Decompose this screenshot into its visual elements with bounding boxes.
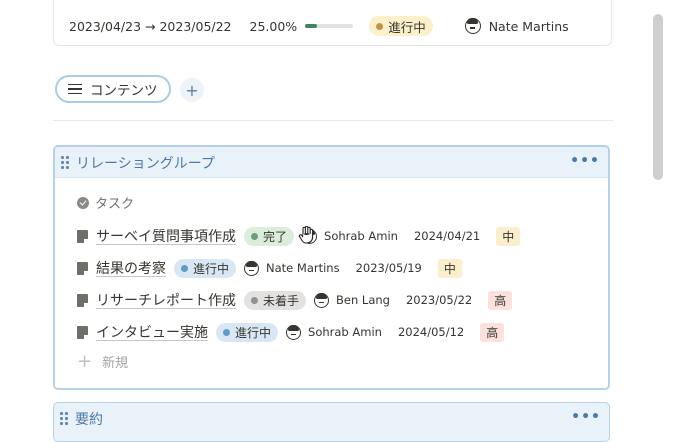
drag-handle-icon[interactable] bbox=[60, 412, 68, 425]
relation-group-block: リレーショングループ ••• タスク サーベイ質問事項作成 完了 Sohrab Am… bbox=[53, 145, 610, 390]
page-icon bbox=[77, 293, 88, 307]
list-icon bbox=[68, 83, 82, 95]
page-icon bbox=[77, 261, 88, 275]
due-date[interactable]: 2023/05/22 bbox=[406, 293, 472, 307]
progress-bar bbox=[305, 24, 354, 28]
avatar-icon bbox=[464, 18, 481, 34]
task-name[interactable]: リサーチレポート作成 bbox=[96, 290, 236, 310]
avatar-icon bbox=[286, 324, 302, 340]
progress-fill bbox=[305, 24, 318, 28]
task-row[interactable]: インタビュー実施 進行中 Sohrab Amin 2024/05/12 高 bbox=[77, 321, 505, 343]
group2-title[interactable]: 要約 bbox=[75, 409, 103, 429]
top-property-row: 2023/04/23 → 2023/05/22 25.00% 進行中 Nate … bbox=[69, 15, 569, 37]
task-name[interactable]: 結果の考察 bbox=[96, 258, 166, 278]
tab-contents[interactable]: コンテンツ bbox=[55, 75, 171, 103]
page-icon bbox=[77, 325, 88, 339]
add-tab-button[interactable]: + bbox=[180, 78, 204, 102]
status-badge[interactable]: 完了 bbox=[244, 226, 295, 246]
task-row[interactable]: リサーチレポート作成 未着手 Ben Lang 2023/05/22 高 bbox=[77, 289, 513, 311]
date-range[interactable]: 2023/04/23 → 2023/05/22 bbox=[69, 19, 232, 34]
status-label: 完了 bbox=[263, 229, 288, 244]
plus-icon: + bbox=[77, 350, 93, 372]
status-dot-icon bbox=[223, 328, 230, 336]
assignee[interactable]: Nate Martins bbox=[244, 260, 340, 276]
priority-badge[interactable]: 中 bbox=[437, 258, 462, 278]
assignee-name[interactable]: Nate Martins bbox=[489, 19, 569, 34]
status-badge[interactable]: 進行中 bbox=[216, 322, 279, 342]
assignee[interactable]: Sohrab Amin bbox=[302, 228, 398, 244]
section-label-text: タスク bbox=[95, 197, 135, 212]
group-title[interactable]: リレーショングループ bbox=[76, 153, 215, 173]
status-label: 未着手 bbox=[263, 293, 300, 308]
avatar-icon bbox=[314, 292, 330, 308]
assignee-name: Ben Lang bbox=[336, 293, 390, 307]
section-label: タスク bbox=[77, 193, 134, 212]
group-header: リレーショングループ ••• bbox=[55, 147, 608, 178]
task-name[interactable]: インタビュー実施 bbox=[96, 322, 208, 342]
check-circle-icon bbox=[77, 196, 89, 209]
progress-text: 25.00% bbox=[249, 18, 298, 34]
assignee[interactable]: Sohrab Amin bbox=[286, 324, 382, 340]
summary-group-block: 要約 ••• bbox=[53, 402, 610, 442]
status-badge[interactable]: 進行中 bbox=[369, 16, 433, 36]
assignee-name: Sohrab Amin bbox=[324, 229, 398, 243]
more-options-icon[interactable]: ••• bbox=[571, 409, 601, 425]
status-dot-icon bbox=[181, 264, 188, 272]
divider bbox=[53, 120, 613, 121]
task-name[interactable]: サーベイ質問事項作成 bbox=[96, 226, 236, 246]
scrollbar[interactable] bbox=[653, 14, 663, 180]
status-dot-icon bbox=[251, 296, 258, 304]
plus-icon: + bbox=[185, 80, 199, 100]
status-label: 進行中 bbox=[235, 325, 272, 340]
status-dot-icon bbox=[251, 232, 258, 240]
page-icon bbox=[77, 229, 88, 243]
assignee[interactable]: Ben Lang bbox=[314, 292, 390, 308]
new-item-button[interactable]: + 新規 bbox=[77, 352, 128, 371]
new-item-label: 新規 bbox=[102, 356, 129, 371]
due-date[interactable]: 2023/05/19 bbox=[356, 261, 422, 275]
more-options-icon[interactable]: ••• bbox=[570, 153, 600, 169]
status-badge[interactable]: 進行中 bbox=[174, 258, 237, 278]
priority-badge[interactable]: 高 bbox=[488, 290, 513, 310]
priority-badge[interactable]: 中 bbox=[496, 226, 521, 246]
hand-cursor-icon bbox=[298, 226, 314, 244]
assignee-name: Sohrab Amin bbox=[308, 325, 382, 339]
task-row[interactable]: 結果の考察 進行中 Nate Martins 2023/05/19 中 bbox=[77, 257, 462, 279]
status-label: 進行中 bbox=[388, 19, 426, 35]
due-date[interactable]: 2024/05/12 bbox=[398, 325, 464, 339]
status-label: 進行中 bbox=[193, 261, 230, 276]
due-date[interactable]: 2024/04/21 bbox=[414, 229, 480, 243]
avatar-icon bbox=[244, 260, 260, 276]
drag-handle-icon[interactable] bbox=[61, 156, 69, 169]
status-badge[interactable]: 未着手 bbox=[244, 290, 307, 310]
top-property-card: 2023/04/23 → 2023/05/22 25.00% 進行中 Nate … bbox=[53, 0, 612, 46]
tab-contents-label: コンテンツ bbox=[90, 83, 158, 99]
status-dot-icon bbox=[376, 22, 384, 30]
priority-badge[interactable]: 高 bbox=[480, 322, 505, 342]
assignee-name: Nate Martins bbox=[266, 261, 340, 275]
